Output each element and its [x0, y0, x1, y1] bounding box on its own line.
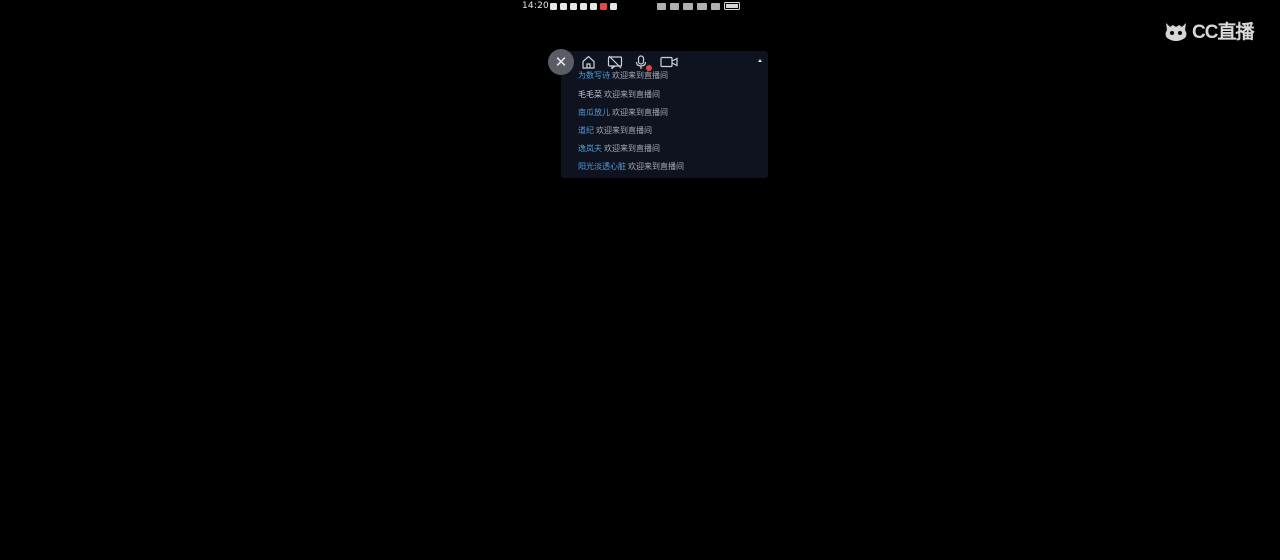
- wifi-icon: [711, 2, 720, 10]
- chat-username[interactable]: 为数写诗: [578, 71, 610, 80]
- cc-mascot-icon: [1162, 19, 1190, 43]
- news-icon: [570, 3, 577, 10]
- chat-message: 毛毛菜 欢迎来到直播间: [578, 88, 766, 106]
- logo-text: CC直播: [1192, 22, 1254, 43]
- danmaku-toggle-button[interactable]: [607, 54, 623, 70]
- close-icon: ✕: [554, 52, 568, 71]
- collapse-panel-button[interactable]: [756, 56, 764, 64]
- screen: 14:20 CC直播 ✕ 为数写诗 欢迎来到直播间 毛毛菜 欢迎来到直播间 南瓜…: [0, 0, 1280, 560]
- panel-toolbar: [580, 54, 688, 71]
- mail-icon: [560, 3, 567, 10]
- signal-icon: [697, 2, 707, 10]
- notification-icons: [550, 3, 617, 10]
- home-icon: [581, 55, 596, 69]
- app-icon: [550, 3, 557, 10]
- record-icon: [600, 3, 607, 10]
- chat-username[interactable]: 道纪: [578, 126, 594, 135]
- battery-icon: [724, 2, 740, 10]
- close-button[interactable]: ✕: [548, 49, 574, 75]
- cc-live-logo: CC直播: [1162, 17, 1254, 44]
- system-icons: [657, 2, 740, 10]
- mic-button[interactable]: [633, 54, 652, 71]
- chat-username[interactable]: 逸岚夫: [578, 144, 602, 153]
- chat-username[interactable]: 阳光淡透心脏: [578, 162, 626, 171]
- chat-message-text: 欢迎来到直播间: [612, 108, 668, 117]
- status-time: 14:20: [522, 1, 549, 11]
- chat-message-text: 欢迎来到直播间: [628, 162, 684, 171]
- chat-message: 道纪 欢迎来到直播间: [578, 124, 766, 142]
- chat-message-text: 欢迎来到直播间: [596, 126, 652, 135]
- chat-message: 南瓜放儿 欢迎来到直播间: [578, 106, 766, 124]
- volte-icon: [670, 2, 679, 10]
- chat-message-text: 欢迎来到直播间: [612, 71, 668, 80]
- chat-message-list: 为数写诗 欢迎来到直播间 毛毛菜 欢迎来到直播间 南瓜放儿 欢迎来到直播间 道纪 欢迎来到直播…: [578, 70, 766, 178]
- danmaku-off-icon: [607, 55, 623, 69]
- signal-icon: [683, 2, 693, 10]
- hd-icon: [657, 2, 666, 10]
- chat-message: 为数写诗 欢迎来到直播间: [578, 70, 766, 88]
- home-button[interactable]: [580, 54, 596, 70]
- camera-icon: [659, 56, 678, 68]
- chat-icon: [580, 3, 587, 10]
- status-bar: 14:20: [0, 0, 1280, 15]
- gallery-icon: [610, 3, 617, 10]
- chat-message: 逸岚夫 欢迎来到直播间: [578, 142, 766, 160]
- chat-message: 阳光淡透心脏 欢迎来到直播间: [578, 160, 766, 178]
- chat-username[interactable]: 南瓜放儿: [578, 108, 610, 117]
- chat-message-text: 欢迎来到直播间: [604, 144, 660, 153]
- chat-username[interactable]: 毛毛菜: [578, 90, 602, 99]
- chat-message-text: 欢迎来到直播间: [604, 90, 660, 99]
- message-icon: [590, 3, 597, 10]
- camera-button[interactable]: [659, 54, 678, 70]
